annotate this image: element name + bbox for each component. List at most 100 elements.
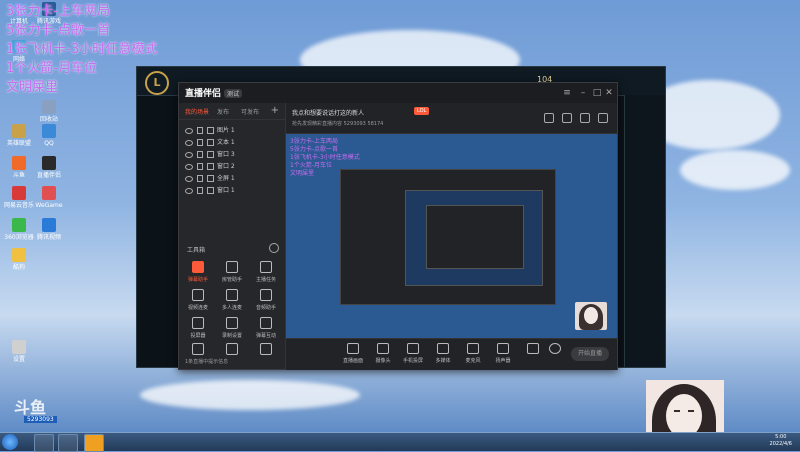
- microphone-icon: [467, 343, 479, 354]
- desktop-icon[interactable]: 回收站: [34, 100, 64, 123]
- app-badge: 测试: [224, 89, 243, 98]
- category-tag[interactable]: LOL: [414, 107, 430, 115]
- room-title[interactable]: 我点和想要说话打这的新人: [292, 108, 364, 117]
- music-icon: [12, 186, 26, 200]
- tool-cast[interactable]: 投屏器: [183, 317, 213, 339]
- streamer-app-window[interactable]: 直播伴侣 测试 ≡ – □ ✕ 我的场景 发布 可发布 + 图片 1 文本 1 窗…: [178, 82, 618, 370]
- kugou-icon: [12, 248, 26, 262]
- desktop-icon[interactable]: QQ: [34, 124, 64, 147]
- tool-record[interactable]: 录制设置: [217, 317, 247, 339]
- monitor-icon: [347, 343, 359, 354]
- tool-manager[interactable]: 房管助手: [217, 261, 247, 283]
- scene-item[interactable]: 文本 1: [185, 137, 279, 149]
- lock-icon[interactable]: [197, 187, 203, 194]
- clock[interactable]: 5:00 2022/4/6: [770, 434, 792, 448]
- tool-avatar[interactable]: [183, 343, 213, 358]
- scene-item[interactable]: 窗口 1: [185, 185, 279, 197]
- lock-icon[interactable]: [197, 139, 203, 146]
- tool-interact[interactable]: 弹幕互动: [251, 317, 281, 339]
- eye-icon[interactable]: [185, 139, 193, 146]
- desktop-icon[interactable]: 腾讯视频: [34, 218, 64, 241]
- avatar-icon: [192, 343, 204, 355]
- start-button[interactable]: [2, 434, 18, 450]
- tab-publish[interactable]: 发布: [217, 107, 229, 116]
- streamer-app-icon: [42, 156, 56, 170]
- recursive-preview: [340, 169, 556, 305]
- close-icon[interactable]: ✕: [603, 87, 615, 99]
- live-preview[interactable]: 3张力卡-上车两局 5张力卡-点歌一首 1张飞机卡-3小时任意模式 1个火箭-月…: [286, 134, 617, 338]
- desktop-icon[interactable]: 直播伴侣: [34, 156, 64, 179]
- app-titlebar[interactable]: 直播伴侣 测试 ≡ – □ ✕: [179, 83, 617, 103]
- taskbar-app-lol[interactable]: [58, 434, 78, 452]
- eye-icon[interactable]: [185, 163, 193, 170]
- phone-cast-button[interactable]: 手机投屏: [400, 343, 426, 364]
- sidebar-footer: 1条直播中提示信息: [185, 359, 229, 365]
- scene-item[interactable]: 图片 1: [185, 125, 279, 137]
- scene-item[interactable]: 全屏 1: [185, 173, 279, 185]
- overlay-line: 1个火箭-月车位: [6, 61, 97, 76]
- mail-icon[interactable]: [562, 113, 572, 123]
- maximize-icon[interactable]: □: [591, 87, 603, 99]
- tab-publishable[interactable]: 可发布: [241, 107, 259, 116]
- desktop-icon[interactable]: WeGame: [34, 186, 64, 209]
- lock-icon[interactable]: [197, 127, 203, 134]
- taskbar-app-game[interactable]: [84, 434, 104, 452]
- douyu-watermark: 斗鱼: [14, 398, 47, 417]
- overlay-line: 5张力卡-点歌一首: [6, 23, 110, 38]
- lock-icon[interactable]: [197, 163, 203, 170]
- multi-link-icon: [226, 289, 238, 301]
- tool-danmu[interactable]: 弹幕助手: [183, 261, 213, 283]
- danmu-icon: [192, 261, 204, 273]
- browser-icon: [12, 218, 26, 232]
- recursive-preview-inner: [405, 190, 543, 286]
- recursive-preview-innermost: [426, 205, 524, 269]
- tool-multi-link[interactable]: 多人连麦: [217, 289, 247, 311]
- taskbar: 5:00 2022/4/6: [0, 432, 800, 452]
- tool-video-link[interactable]: 视频连麦: [183, 289, 213, 311]
- desktop-icon[interactable]: 酷狗: [4, 248, 34, 271]
- screen-capture-button[interactable]: 直播画面: [340, 343, 366, 364]
- add-scene-icon[interactable]: +: [271, 105, 279, 116]
- tool-audio[interactable]: 音频助手: [251, 289, 281, 311]
- scene-item[interactable]: 窗口 2: [185, 161, 279, 173]
- scene-item[interactable]: 窗口 3: [185, 149, 279, 161]
- bag-icon[interactable]: [544, 113, 554, 123]
- desktop-icon[interactable]: 英雄联盟: [4, 124, 34, 147]
- eye-icon[interactable]: [185, 151, 193, 158]
- bell-icon[interactable]: [580, 113, 590, 123]
- start-live-button[interactable]: 开始直播: [571, 347, 609, 361]
- eye-icon[interactable]: [185, 127, 193, 134]
- tab-my-scenes[interactable]: 我的场景: [185, 107, 209, 116]
- image-icon: [207, 127, 214, 134]
- camera-button[interactable]: 摄像头: [370, 343, 396, 364]
- menu-icon[interactable]: ≡: [561, 87, 573, 99]
- microphone-button[interactable]: 麦克风: [460, 343, 486, 364]
- lock-icon[interactable]: [197, 151, 203, 158]
- taskbar-app-streamer[interactable]: [34, 434, 54, 452]
- audio-icon: [260, 289, 272, 301]
- preview-overlay-line: 1张飞机卡-3小时任意模式: [290, 154, 360, 161]
- minimize-icon[interactable]: –: [577, 87, 589, 99]
- desktop-icon[interactable]: 360浏览器: [4, 218, 34, 241]
- desktop-icon[interactable]: 斗鱼: [4, 156, 34, 179]
- speaker-button[interactable]: 扬声器: [490, 343, 516, 364]
- lock-icon[interactable]: [197, 175, 203, 182]
- video-icon: [42, 218, 56, 232]
- tool-more[interactable]: [251, 343, 281, 358]
- desktop-icon[interactable]: 网易云音乐: [4, 186, 34, 209]
- preview-overlay-line: 1个火箭-月车位: [290, 162, 332, 169]
- webcam-preview: [575, 302, 607, 330]
- settings-button[interactable]: [542, 343, 568, 357]
- tool-task[interactable]: 主播任务: [251, 261, 281, 283]
- tool-gift[interactable]: [217, 343, 247, 358]
- eye-icon[interactable]: [185, 175, 193, 182]
- desktop-icon[interactable]: 设置: [4, 340, 34, 363]
- eye-icon[interactable]: [185, 187, 193, 194]
- media-button[interactable]: 多媒体: [430, 343, 456, 364]
- lol-friends-panel[interactable]: [624, 95, 665, 367]
- video-link-icon: [192, 289, 204, 301]
- lol-logo-icon: L: [145, 71, 169, 95]
- gift-icon: [226, 343, 238, 355]
- gear-icon[interactable]: [269, 243, 279, 253]
- share-icon[interactable]: [598, 113, 608, 123]
